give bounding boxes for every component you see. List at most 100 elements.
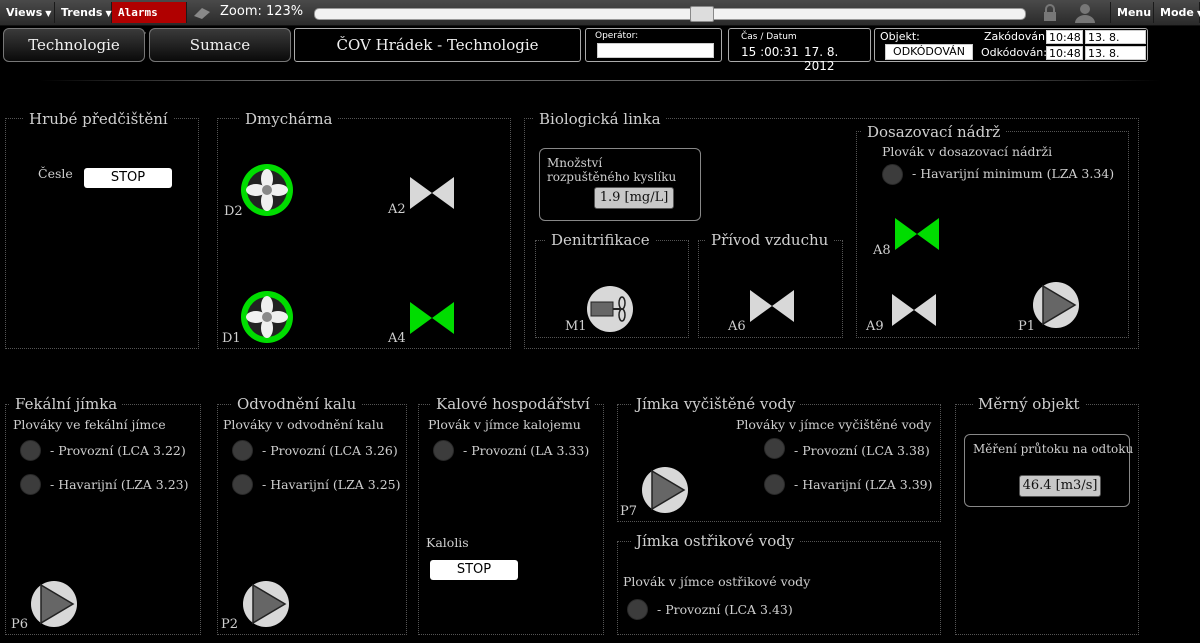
a8-label: A8	[873, 243, 891, 258]
led-kalove-provozni	[433, 440, 454, 461]
vycistena-provozni-label: - Provozní (LCA 3.38)	[794, 443, 930, 458]
time-date-box: Čas / Datum 15 :00:31 17. 8. 2012	[728, 28, 871, 73]
mode-label: Mode	[1160, 6, 1194, 19]
section-title-odvodneni: Odvodnění kalu	[232, 395, 362, 413]
kalove-provozni-label: - Provozní (LA 3.33)	[463, 443, 590, 458]
lock-icon[interactable]	[1042, 4, 1058, 22]
led-ostrik-provozni	[627, 599, 648, 620]
blower-fan-icon-d2[interactable]	[240, 163, 294, 217]
zakodovan-date: 13. 8. 2012	[1085, 30, 1146, 57]
p2-label: P2	[221, 617, 239, 632]
valve-icon-a2[interactable]	[410, 177, 454, 209]
vycistena-plovaky-label: Plováky v jímce vyčištěné vody	[736, 417, 932, 432]
trends-label: Trends	[61, 6, 103, 19]
odkodovan-time: 10:48	[1046, 46, 1083, 60]
section-title-dosaz: Dosazovací nádrž	[862, 123, 1006, 141]
date-value: 17. 8. 2012	[804, 45, 839, 73]
pump-icon-p2[interactable]	[242, 580, 290, 628]
valve-icon-a4[interactable]	[410, 302, 454, 334]
led-vycistena-provozni	[764, 438, 785, 459]
ostrik-plovak-label: Plovák v jímce ostřikové vody	[623, 574, 811, 589]
section-hrube-predcisteni	[5, 118, 199, 349]
valve-icon-a9[interactable]	[892, 294, 936, 326]
prutok-value: 46.4 [m3/s]	[1019, 475, 1101, 497]
user-icon[interactable]	[1074, 3, 1096, 23]
mixer-icon-m1[interactable]	[586, 285, 634, 333]
views-menu-button[interactable]: Views ▼	[0, 2, 55, 23]
sumace-button[interactable]: Sumace	[149, 28, 291, 62]
prutok-label: Měření průtoku na odtoku	[973, 442, 1134, 456]
mode-menu-button[interactable]: Mode ▼	[1154, 2, 1200, 23]
odvodneni-provozni-label: - Provozní (LCA 3.26)	[262, 443, 398, 458]
page-title: ČOV Hrádek - Technologie	[294, 28, 581, 62]
section-title-fekalni: Fekální jímka	[10, 395, 123, 413]
kyslik-value: 1.9 [mg/L]	[594, 187, 674, 209]
objekt-box: Objekt: ODKÓDOVÁN Zakódován: 10:48 13. 8…	[874, 28, 1148, 73]
led-havarijni-minimum	[882, 164, 903, 185]
chevron-down-icon: ▼	[105, 9, 112, 18]
led-vycistena-havarijni	[764, 474, 785, 495]
zoom-slider-thumb[interactable]	[690, 6, 714, 22]
technologie-button[interactable]: Technologie	[3, 28, 145, 62]
menu-label: Menu	[1117, 6, 1152, 19]
section-title-ostrik: Jímka ostřikové vody	[631, 532, 800, 550]
a6-label: A6	[728, 319, 746, 334]
zoom-label: Zoom: 123%	[220, 4, 304, 19]
kyslik-label: Množství rozpuštěného kyslíku	[547, 156, 677, 184]
views-label: Views	[6, 6, 43, 19]
time-label: Čas / Datum	[741, 32, 797, 42]
odvodneni-havarijni-label: - Havarijní (LZA 3.25)	[262, 477, 401, 492]
eraser-icon[interactable]	[192, 6, 212, 20]
section-title-bio: Biologická linka	[534, 110, 666, 128]
section-title-hrube: Hrubé předčištění	[24, 110, 173, 128]
valve-icon-a6[interactable]	[750, 290, 794, 322]
odkodovan-date: 13. 8. 2012	[1085, 46, 1146, 73]
section-title-denitrifikace: Denitrifikace	[546, 231, 655, 249]
pump-icon-p7[interactable]	[641, 466, 689, 514]
fekalni-provozni-label: - Provozní (LCA 3.22)	[50, 443, 186, 458]
objekt-value[interactable]: ODKÓDOVÁN	[885, 44, 973, 60]
d2-label: D2	[224, 204, 243, 219]
led-odvodneni-provozni	[232, 440, 253, 461]
odvodneni-plovaky-label: Plováky v odvodnění kalu	[223, 417, 384, 432]
fekalni-plovaky-label: Plováky ve fekální jímce	[13, 417, 166, 432]
m1-label: M1	[565, 319, 587, 334]
zoom-slider-track[interactable]	[314, 8, 1026, 20]
pump-icon-p6[interactable]	[30, 580, 78, 628]
operator-label: Operátor:	[595, 31, 639, 41]
section-title-merny: Měrný objekt	[973, 395, 1085, 413]
kalolis-label: Kalolis	[426, 535, 469, 550]
trends-menu-button[interactable]: Trends ▼	[55, 2, 112, 23]
objekt-label: Objekt:	[880, 30, 920, 43]
menu-button[interactable]: Menu	[1110, 2, 1154, 23]
havarijni-minimum-label: - Havarijní minimum (LZA 3.34)	[912, 166, 1115, 181]
cesle-label: Česle	[38, 166, 73, 181]
plovak-dosaz-label: Plovák v dosazovací nádrži	[882, 144, 1053, 159]
kalolis-stop-button[interactable]: STOP	[430, 560, 518, 580]
a4-label: A4	[388, 331, 406, 346]
zakodovan-time: 10:48	[1046, 30, 1083, 44]
top-toolbar: Views▼ Trends▼ Alarms 2/0▼ Zoom: 123% Me…	[0, 0, 1200, 40]
kalove-plovak-label: Plovák v jímce kalojemu	[428, 417, 581, 432]
a9-label: A9	[866, 319, 884, 334]
time-value: 15 :00:31	[741, 45, 799, 59]
led-odvodneni-havarijni	[232, 474, 253, 495]
led-fekalni-havarijni	[20, 474, 41, 495]
operator-box: Operátor:	[585, 28, 722, 62]
alarms-menu-button[interactable]: Alarms 2/0▼	[112, 2, 187, 40]
pump-icon-p1[interactable]	[1032, 281, 1080, 329]
header-divider	[40, 80, 1160, 81]
fekalni-havarijni-label: - Havarijní (LZA 3.23)	[50, 477, 189, 492]
cesle-stop-button[interactable]: STOP	[84, 168, 172, 188]
section-title-kalove: Kalové hospodářství	[431, 395, 595, 413]
valve-icon-a8[interactable]	[895, 218, 939, 250]
a2-label: A2	[388, 202, 406, 217]
p7-label: P7	[620, 504, 638, 519]
odkodovan-label: Odkódován:	[981, 46, 1047, 59]
vycistena-havarijni-label: - Havarijní (LZA 3.39)	[794, 477, 933, 492]
operator-field[interactable]	[597, 43, 714, 58]
ostrik-provozni-label: - Provozní (LCA 3.43)	[657, 602, 793, 617]
p6-label: P6	[11, 617, 29, 632]
blower-fan-icon-d1[interactable]	[240, 290, 294, 344]
p1-label: P1	[1018, 319, 1036, 334]
